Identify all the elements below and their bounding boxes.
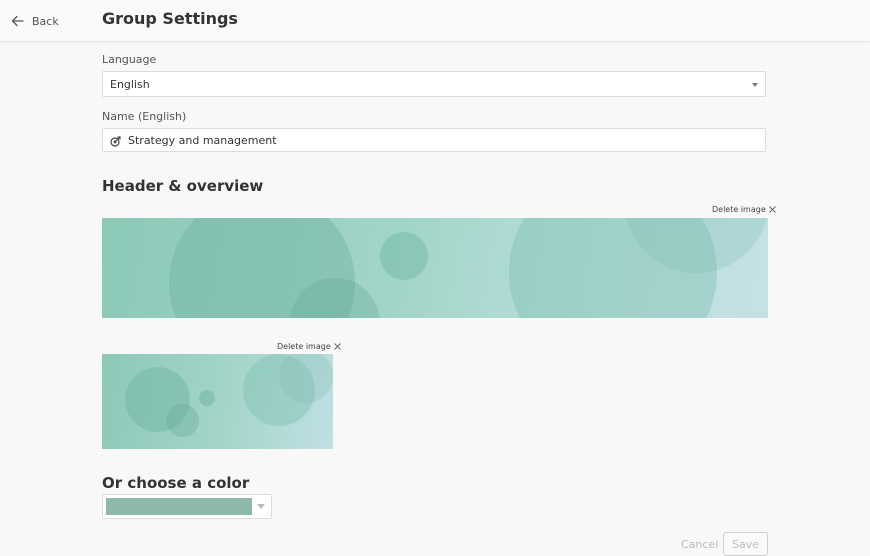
page-title: Group Settings (102, 9, 238, 28)
color-select[interactable] (102, 494, 272, 519)
name-label: Name (English) (102, 110, 187, 123)
name-field[interactable]: Strategy and management (102, 128, 766, 152)
delete-header-image-button[interactable]: Delete image (712, 205, 776, 214)
overview-image (102, 354, 333, 449)
close-icon (333, 343, 341, 350)
save-button[interactable]: Save (723, 532, 768, 556)
back-button[interactable]: Back (11, 11, 59, 31)
decor-circle (279, 354, 333, 403)
chevron-down-icon (257, 504, 265, 509)
decor-circle (199, 390, 215, 406)
delete-image-label: Delete image (712, 205, 766, 214)
decor-circle (380, 232, 428, 280)
section-title-header-overview: Header & overview (102, 177, 264, 195)
decor-circle (166, 404, 199, 437)
language-value: English (110, 78, 150, 91)
chevron-down-icon (752, 83, 758, 87)
language-select[interactable]: English (102, 71, 766, 97)
color-swatch (106, 498, 252, 515)
language-label: Language (102, 53, 157, 66)
close-icon (768, 206, 776, 213)
arrow-left-icon (11, 15, 24, 27)
target-icon (110, 136, 121, 147)
header-image (102, 218, 768, 318)
cancel-button[interactable]: Cancel (681, 532, 718, 551)
name-value: Strategy and management (128, 134, 277, 147)
section-title-color: Or choose a color (102, 474, 250, 492)
delete-image-label: Delete image (277, 342, 331, 351)
delete-thumb-image-button[interactable]: Delete image (277, 342, 341, 351)
back-label: Back (32, 14, 59, 28)
top-bar: Back Group Settings (0, 0, 870, 42)
